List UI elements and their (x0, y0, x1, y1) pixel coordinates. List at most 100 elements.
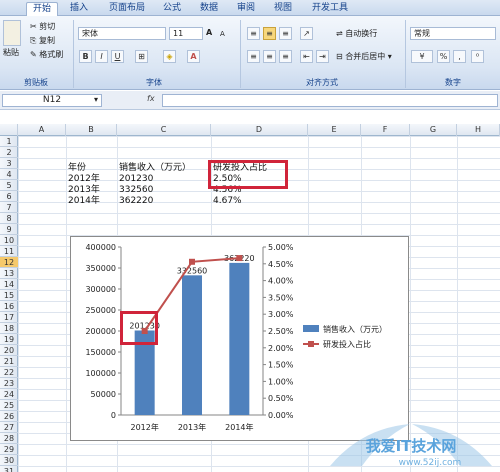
decimal-icon: ⁰ (475, 52, 480, 61)
fill-color-button[interactable]: ◈ (163, 50, 176, 63)
merge-center-button[interactable]: ⊟ 合并后居中 ▾ (336, 51, 392, 63)
tab-review[interactable]: 审阅 (231, 2, 261, 16)
ribbon-tab-bar: 开始 插入 页面布局 公式 数据 审阅 视图 开发工具 (0, 0, 500, 16)
watermark-logo: 我爱IT技术网 www.52ij.com (330, 424, 492, 468)
cell-c3[interactable]: 销售收入（万元） (119, 163, 191, 174)
align-top-button[interactable]: ≡ (247, 27, 260, 40)
percent-button[interactable]: % (437, 50, 450, 63)
select-all-corner[interactable] (0, 124, 18, 136)
row-header-14[interactable]: 14 (0, 279, 18, 290)
format-painter-button[interactable]: ✎ 格式刷 (30, 49, 63, 61)
formula-input[interactable] (162, 94, 498, 107)
cell-b6[interactable]: 2014年 (68, 196, 100, 207)
align-bottom-button[interactable]: ≡ (279, 27, 292, 40)
font-color-button[interactable]: A (187, 50, 200, 63)
row-header-25[interactable]: 25 (0, 400, 18, 411)
number-format-select[interactable]: 常规 (410, 27, 496, 40)
paste-button[interactable]: 粘贴 (3, 47, 19, 59)
cell-d6[interactable]: 4.67% (213, 196, 242, 207)
row-header-24[interactable]: 24 (0, 389, 18, 400)
column-header-f[interactable]: F (361, 124, 410, 136)
grow-font-button[interactable]: A (206, 27, 212, 39)
legend-swatch-marker (308, 341, 314, 347)
cell-c6[interactable]: 362220 (119, 196, 153, 207)
cell-b4[interactable]: 2012年 (68, 174, 100, 185)
cell-b5[interactable]: 2013年 (68, 185, 100, 196)
indent-icon: ⇥ (319, 52, 326, 61)
align-left-button[interactable]: ≡ (247, 50, 260, 63)
row-header-5[interactable]: 5 (0, 180, 18, 191)
tab-formulas[interactable]: 公式 (157, 2, 187, 16)
underline-button[interactable]: U (111, 50, 124, 63)
cell-b3[interactable]: 年份 (68, 163, 86, 174)
column-header-e[interactable]: E (308, 124, 361, 136)
column-header-b[interactable]: B (66, 124, 117, 136)
row-header-20[interactable]: 20 (0, 345, 18, 356)
row-header-29[interactable]: 29 (0, 444, 18, 455)
tab-page-layout[interactable]: 页面布局 (103, 2, 151, 16)
row-header-16[interactable]: 16 (0, 301, 18, 312)
italic-button[interactable]: I (95, 50, 108, 63)
row-header-8[interactable]: 8 (0, 213, 18, 224)
border-button[interactable]: ⊞ (135, 50, 148, 63)
column-header-d[interactable]: D (211, 124, 308, 136)
column-header-g[interactable]: G (410, 124, 457, 136)
column-header-h[interactable]: H (457, 124, 500, 136)
cut-button[interactable]: ✂ 剪切 (30, 21, 55, 33)
row-header-1[interactable]: 1 (0, 136, 18, 147)
increase-indent-button[interactable]: ⇥ (316, 50, 329, 63)
row-header-30[interactable]: 30 (0, 455, 18, 466)
row-header-7[interactable]: 7 (0, 202, 18, 213)
row-header-3[interactable]: 3 (0, 158, 18, 169)
row-header-11[interactable]: 11 (0, 246, 18, 257)
row-header-27[interactable]: 27 (0, 422, 18, 433)
cell-c5[interactable]: 332560 (119, 185, 153, 196)
currency-button[interactable]: ¥ (411, 50, 433, 63)
row-header-22[interactable]: 22 (0, 367, 18, 378)
row-header-17[interactable]: 17 (0, 312, 18, 323)
align-right-button[interactable]: ≡ (279, 50, 292, 63)
row-header-12[interactable]: 12 (0, 257, 18, 268)
row-header-21[interactable]: 21 (0, 356, 18, 367)
row-header-23[interactable]: 23 (0, 378, 18, 389)
row-header-13[interactable]: 13 (0, 268, 18, 279)
row-header-18[interactable]: 18 (0, 323, 18, 334)
insert-function-button[interactable]: fx (147, 94, 155, 103)
y2-tick-label: 3.50% (268, 293, 294, 302)
cell-c4[interactable]: 201230 (119, 174, 153, 185)
row-header-10[interactable]: 10 (0, 235, 18, 246)
align-center-button[interactable]: ≡ (263, 50, 276, 63)
wrap-text-button[interactable]: ⇌ 自动换行 (336, 28, 377, 40)
tab-insert[interactable]: 插入 (64, 2, 94, 16)
ribbon: 粘贴 ✂ 剪切 ⎘ 复制 ✎ 格式刷 剪贴板 宋体 11 A A B I U ⊞… (0, 16, 500, 90)
align-middle-button[interactable]: ≡ (263, 27, 276, 40)
tab-data[interactable]: 数据 (194, 2, 224, 16)
decrease-indent-button[interactable]: ⇤ (300, 50, 313, 63)
column-header-a[interactable]: A (18, 124, 66, 136)
name-box[interactable]: N12 (2, 94, 102, 107)
tab-home[interactable]: 开始 (26, 2, 59, 16)
font-family-select[interactable]: 宋体 (78, 27, 166, 40)
row-header-4[interactable]: 4 (0, 169, 18, 180)
row-header-2[interactable]: 2 (0, 147, 18, 158)
comma-button[interactable]: , (453, 50, 466, 63)
row-header-9[interactable]: 9 (0, 224, 18, 235)
paste-icon[interactable] (3, 20, 21, 46)
row-header-26[interactable]: 26 (0, 411, 18, 422)
tab-view[interactable]: 视图 (268, 2, 298, 16)
row-header-15[interactable]: 15 (0, 290, 18, 301)
font-size-select[interactable]: 11 (169, 27, 203, 40)
name-box-dropdown-icon[interactable]: ▾ (94, 95, 98, 104)
tab-developer[interactable]: 开发工具 (306, 2, 354, 16)
row-header-31[interactable]: 31 (0, 466, 18, 472)
y2-tick-label: 1.00% (268, 377, 294, 386)
shrink-font-button[interactable]: A (220, 28, 225, 40)
increase-decimal-button[interactable]: ⁰ (471, 50, 484, 63)
row-header-28[interactable]: 28 (0, 433, 18, 444)
bold-button[interactable]: B (79, 50, 92, 63)
orientation-button[interactable]: ↗ (300, 27, 313, 40)
row-header-6[interactable]: 6 (0, 191, 18, 202)
row-header-19[interactable]: 19 (0, 334, 18, 345)
copy-button[interactable]: ⎘ 复制 (30, 35, 55, 47)
column-header-c[interactable]: C (117, 124, 211, 136)
